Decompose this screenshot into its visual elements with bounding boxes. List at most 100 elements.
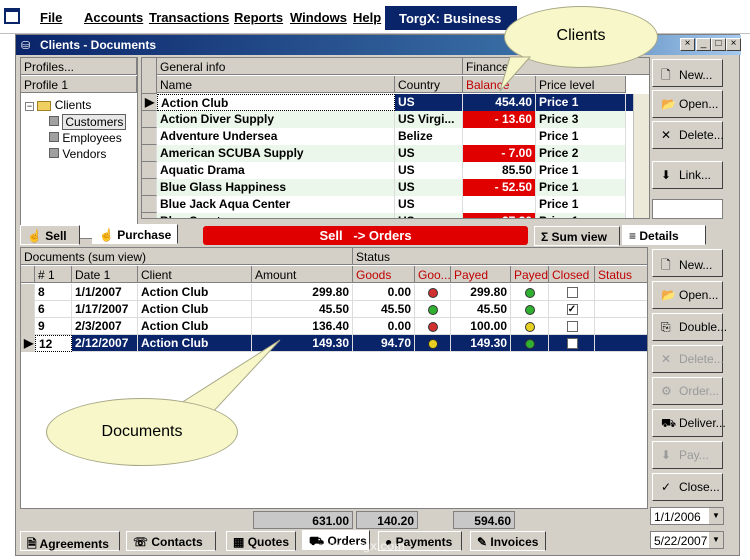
tree-item-customers[interactable]: Customers <box>49 114 127 130</box>
tree-item-employees[interactable]: Employees <box>49 131 122 145</box>
doc-number: 6 <box>35 301 72 318</box>
doc-payed: 299.80 <box>451 284 511 301</box>
col-number[interactable]: # 1 <box>35 266 72 283</box>
row-indicator <box>142 179 157 196</box>
col-client[interactable]: Client <box>138 266 252 283</box>
checkbox-box[interactable] <box>566 338 578 350</box>
chevron-down-icon[interactable]: ▼ <box>709 508 723 524</box>
client-row[interactable]: ▶ Action Club US 454.40 Price 1 <box>142 94 633 111</box>
row-indicator <box>142 213 157 218</box>
search-input[interactable] <box>652 199 723 219</box>
button-label: Open... <box>679 288 719 302</box>
tab-invoices[interactable]: ✎ Invoices <box>470 531 546 551</box>
scrollbar[interactable] <box>633 94 649 218</box>
delete-client-button[interactable]: ✕ Delete... <box>652 121 724 149</box>
client-country: US Virgi... <box>395 111 463 128</box>
doc-client: Action Club <box>138 301 252 318</box>
client-row[interactable]: Blue Jack Aqua Center US Price 1 <box>142 196 633 213</box>
document-row[interactable]: ▶ 12 2/12/2007 Action Club 149.30 94.70 149.30 <box>21 335 647 352</box>
doc-action-button[interactable]: ✓ Close... <box>652 473 723 501</box>
minimize-button[interactable]: _ <box>696 38 711 51</box>
menu-reports[interactable]: Reports <box>234 10 283 25</box>
close-small-icon[interactable]: × <box>680 38 695 51</box>
doc-action-button[interactable]: ⎘ Double... <box>652 313 727 341</box>
goods-status-icon <box>415 335 451 352</box>
document-row[interactable]: 8 1/1/2007 Action Club 299.80 0.00 299.80 <box>21 284 647 301</box>
button-label: Close... <box>679 480 720 494</box>
col-closed[interactable]: Closed <box>549 266 595 283</box>
profiles-header[interactable]: Profiles... <box>21 58 137 75</box>
client-balance <box>463 196 536 213</box>
new-client-button[interactable]: 🗋 New... <box>652 59 723 87</box>
col-name[interactable]: Name <box>157 76 395 93</box>
doc-payed: 149.30 <box>451 335 511 352</box>
checkbox-box[interactable]: ✓ <box>566 304 578 316</box>
tab-sum-view[interactable]: Σ Sum view <box>534 226 620 246</box>
document-row[interactable]: 9 2/3/2007 Action Club 136.40 0.00 100.00 <box>21 318 647 335</box>
tab-agreements[interactable]: 🗎 Agreements <box>20 531 120 551</box>
client-row[interactable]: Blue Glass Happiness US - 52.50 Price 1 <box>142 179 633 196</box>
closed-checkbox[interactable] <box>549 284 595 301</box>
row-indicator <box>142 145 157 162</box>
col-status[interactable]: Status <box>595 266 647 283</box>
doc-action-button[interactable]: ⬇ Pay... <box>652 441 723 469</box>
open-client-button[interactable]: 📂 Open... <box>652 90 723 118</box>
tab-sell[interactable]: ☝ Sell <box>20 225 80 245</box>
doc-action-button[interactable]: ⚙ Order... <box>652 377 723 405</box>
menu-windows[interactable]: Windows <box>290 10 347 25</box>
client-row[interactable]: Aquatic Drama US 85.50 Price 1 <box>142 162 633 179</box>
client-row[interactable]: American SCUBA Supply US - 7.00 Price 2 <box>142 145 633 162</box>
payed-status-icon <box>511 318 549 335</box>
col-goods[interactable]: Goods <box>353 266 415 283</box>
client-country: US <box>395 162 463 179</box>
agreements-icon: 🗎 <box>27 537 37 551</box>
row-indicator <box>142 196 157 213</box>
tree-item-vendors[interactable]: Vendors <box>49 147 106 161</box>
col-payed[interactable]: Payed <box>451 266 511 283</box>
closed-checkbox[interactable] <box>549 318 595 335</box>
collapse-icon[interactable]: − <box>25 102 34 111</box>
checkbox-box[interactable] <box>566 321 578 333</box>
arrow-down-icon: ⬇ <box>661 168 672 182</box>
menu-file[interactable]: File <box>40 10 62 25</box>
maximize-button[interactable]: □ <box>711 38 726 51</box>
checkbox-box[interactable] <box>566 287 578 299</box>
col-goods-status[interactable]: Goo... <box>415 266 451 283</box>
link-button[interactable]: ⬇ Link... <box>652 161 723 189</box>
tree-root[interactable]: − Clients <box>25 98 91 112</box>
closed-checkbox[interactable] <box>549 335 595 352</box>
list-icon: ≡ <box>629 229 637 243</box>
doc-action-button[interactable]: 🗋 New... <box>652 249 723 277</box>
window-icon: ⛁ <box>21 40 31 52</box>
menu-accounts[interactable]: Accounts <box>84 10 143 25</box>
tab-contacts[interactable]: ☏ Contacts <box>126 531 216 551</box>
chevron-down-icon[interactable]: ▼ <box>709 532 723 548</box>
tab-details[interactable]: ≡ Details <box>622 225 706 245</box>
client-row[interactable]: Action Diver Supply US Virgi... - 13.60 Pri… <box>142 111 633 128</box>
doc-action-button[interactable]: ⛟ Deliver... <box>652 409 726 437</box>
client-price-level: Price 1 <box>536 162 626 179</box>
closed-checkbox[interactable]: ✓ <box>549 301 595 318</box>
contacts-icon: ☏ <box>133 535 149 549</box>
menu-help[interactable]: Help <box>353 10 381 25</box>
document-row[interactable]: 6 1/17/2007 Action Club 45.50 45.50 45.50 ✓ <box>21 301 647 318</box>
row-indicator: ▶ <box>142 94 157 111</box>
col-country[interactable]: Country <box>395 76 463 93</box>
date-from-picker[interactable]: 1/1/2006 ▼ <box>650 507 724 525</box>
client-row[interactable]: Adventure Undersea Belize Price 1 <box>142 128 633 145</box>
close-button[interactable]: × <box>726 38 741 51</box>
total-goods: 140.20 <box>356 511 418 529</box>
tab-quotes[interactable]: ▦ Quotes <box>226 531 296 551</box>
profile-selector[interactable]: Profile 1 <box>21 76 137 93</box>
doc-status <box>595 318 647 335</box>
menu-transactions[interactable]: Transactions <box>149 10 229 25</box>
col-payed-status[interactable]: Payed <box>511 266 549 283</box>
date-to-picker[interactable]: 5/22/2007 ▼ <box>650 531 724 549</box>
col-date[interactable]: Date 1 <box>72 266 138 283</box>
client-row[interactable]: Blue SportsUS- 27.20Price 1 <box>142 213 633 218</box>
tab-purchase[interactable]: ☝ Purchase <box>92 224 178 244</box>
doc-action-button[interactable]: 📂 Open... <box>652 281 723 309</box>
doc-action-button[interactable]: ✕ Delete... <box>652 345 724 373</box>
col-amount[interactable]: Amount <box>252 266 353 283</box>
client-name: Blue Glass Happiness <box>157 179 395 196</box>
